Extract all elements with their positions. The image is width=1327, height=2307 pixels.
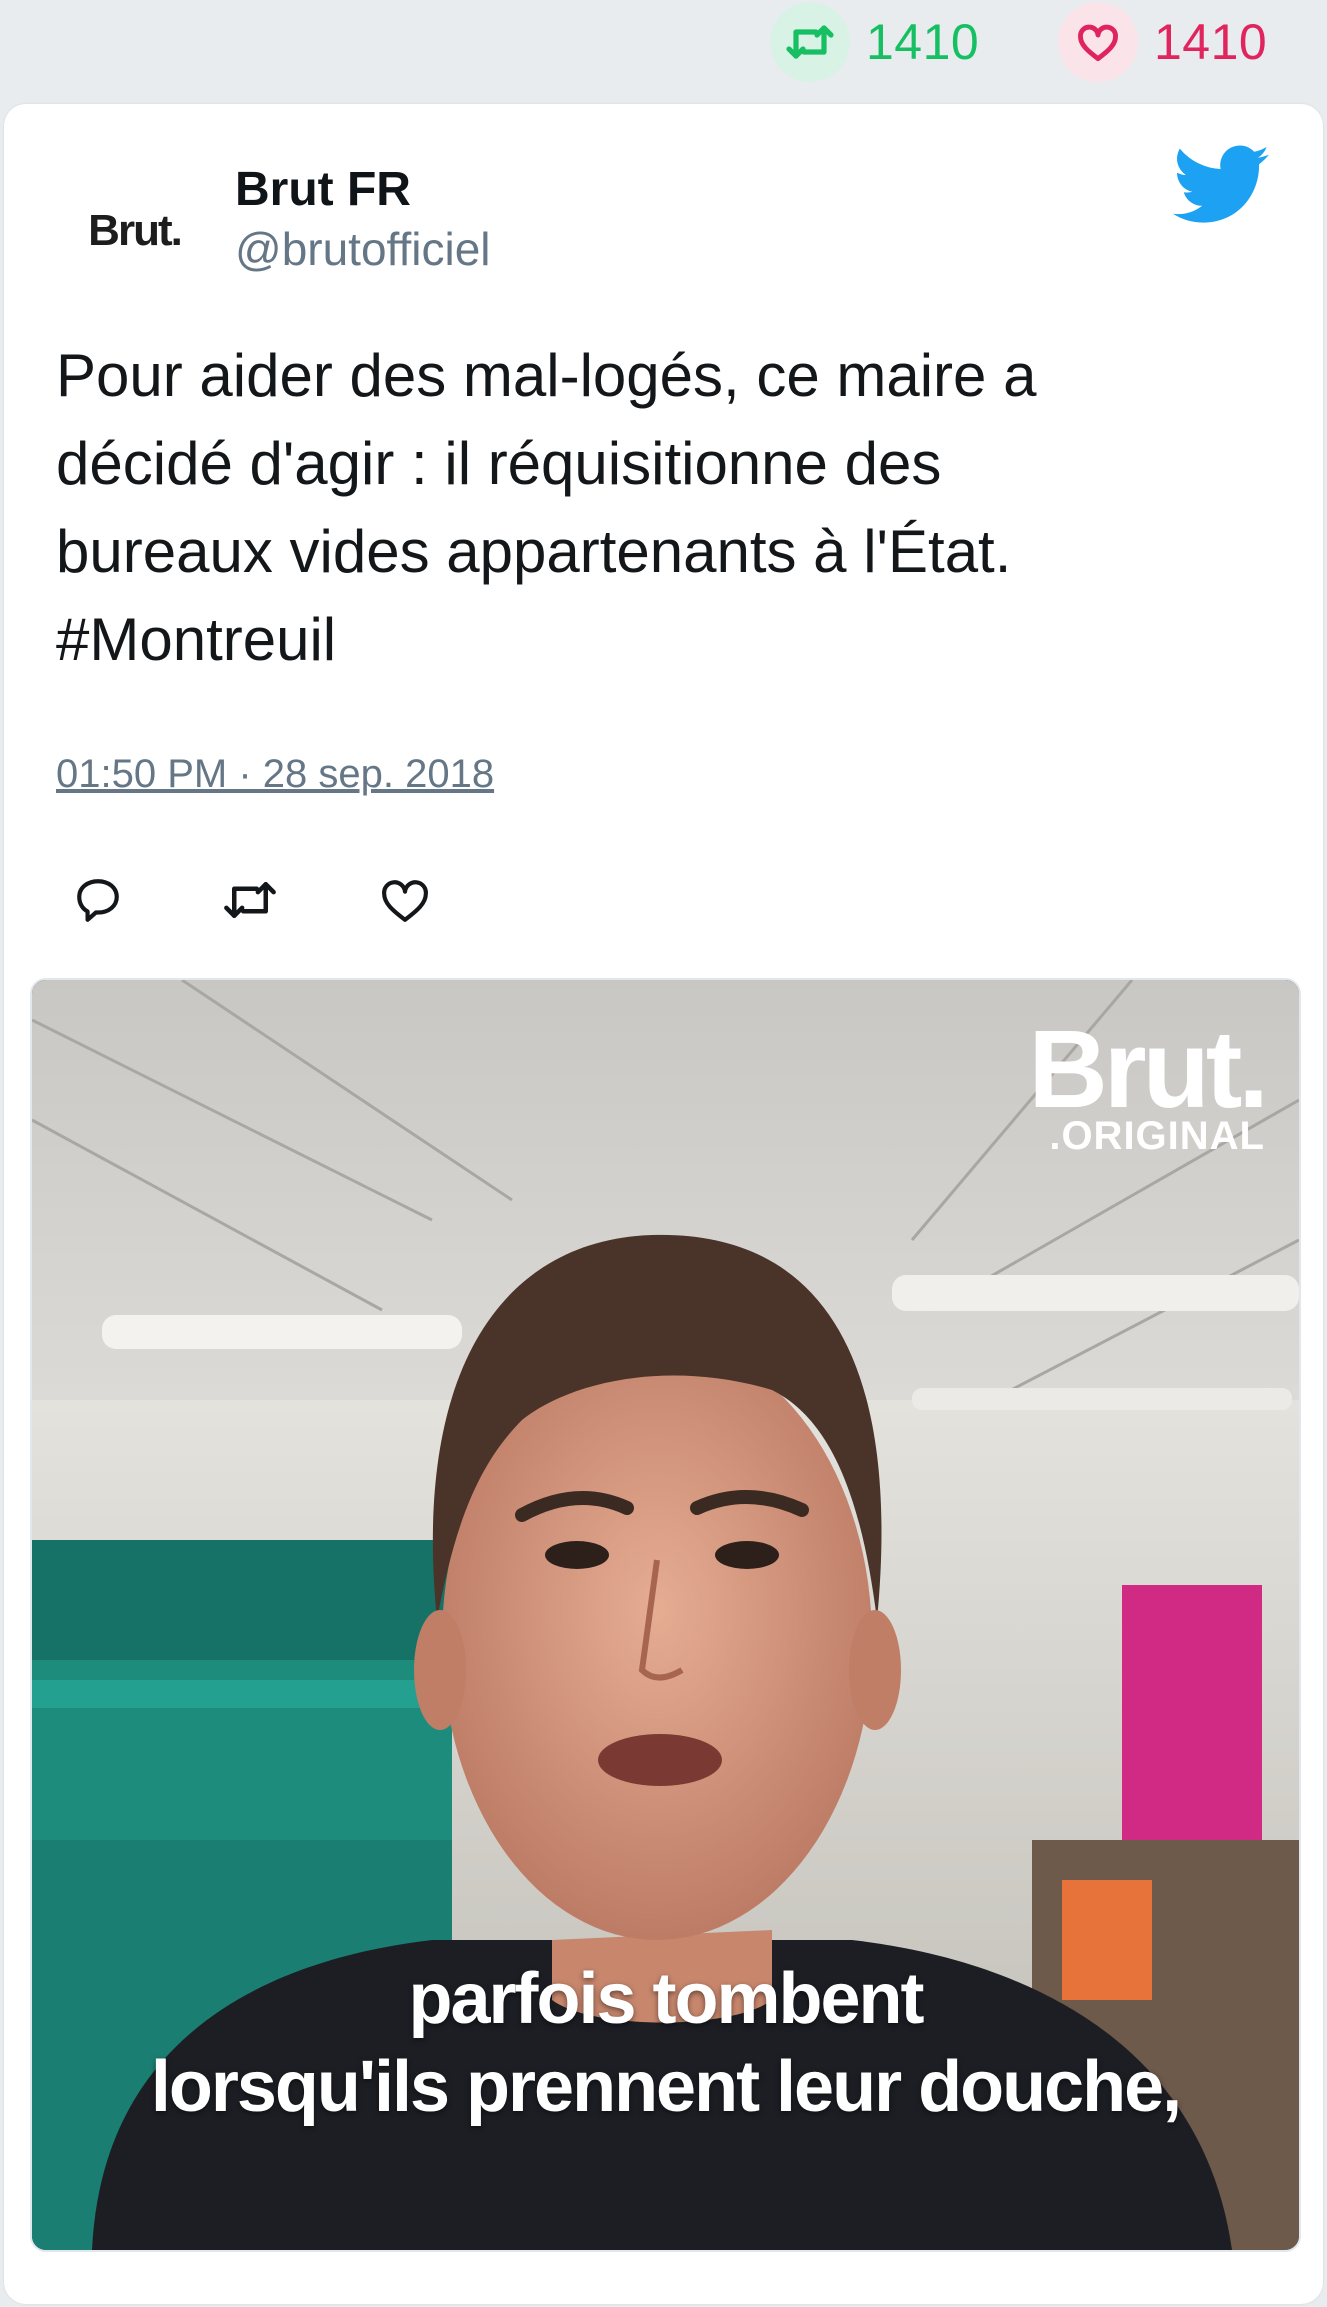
display-name[interactable]: Brut FR [235, 162, 411, 217]
video-thumbnail[interactable]: Brut. .ORIGINAL parfois tombent lorsqu'i… [30, 978, 1301, 2252]
subtitle-line: lorsqu'ils prennent leur douche, [150, 2047, 1182, 2127]
tweet-text-line: Pour aider des mal-logés, ce maire a [56, 342, 1037, 409]
tweet-text: Pour aider des mal-logés, ce maire a déc… [56, 332, 1276, 684]
video-subtitles: parfois tombent lorsqu'ils prennent leur… [32, 1955, 1299, 2131]
retweet-icon[interactable] [770, 2, 850, 82]
heart-icon[interactable] [1058, 2, 1138, 82]
tweet-text-line: décidé d'agir : il réquisitionne des [56, 430, 942, 497]
brut-watermark: Brut. .ORIGINAL [1028, 1008, 1269, 1159]
hashtag-link[interactable]: #Montreuil [56, 596, 1276, 684]
retweet-icon [224, 882, 276, 918]
reply-icon [77, 879, 119, 922]
retweet-button[interactable] [220, 870, 280, 930]
like-count: 1410 [1154, 14, 1268, 70]
retweet-count-group[interactable]: 1410 [770, 2, 979, 82]
brut-logo-subtitle: .ORIGINAL [1049, 1114, 1265, 1158]
like-count-group[interactable]: 1410 [1058, 2, 1267, 82]
retweet-count: 1410 [866, 14, 980, 70]
twitter-bird-icon[interactable] [1172, 145, 1270, 225]
reply-button[interactable] [68, 870, 128, 930]
like-button[interactable] [375, 870, 435, 930]
tweet-text-line: bureaux vides appartenants à l'État. [56, 518, 1012, 585]
avatar-logo-text: Brut. [88, 205, 183, 255]
heart-icon [382, 880, 428, 922]
subtitle-line: parfois tombent [408, 1959, 924, 2039]
engagement-bar: 1410 1410 [0, 0, 1327, 100]
brut-logo-text: Brut. [1028, 1008, 1269, 1131]
user-handle[interactable]: @brutofficiel [235, 222, 491, 276]
tweet-timestamp[interactable]: 01:50 PM · 28 sep. 2018 [56, 752, 494, 797]
avatar[interactable]: Brut. [62, 158, 207, 303]
